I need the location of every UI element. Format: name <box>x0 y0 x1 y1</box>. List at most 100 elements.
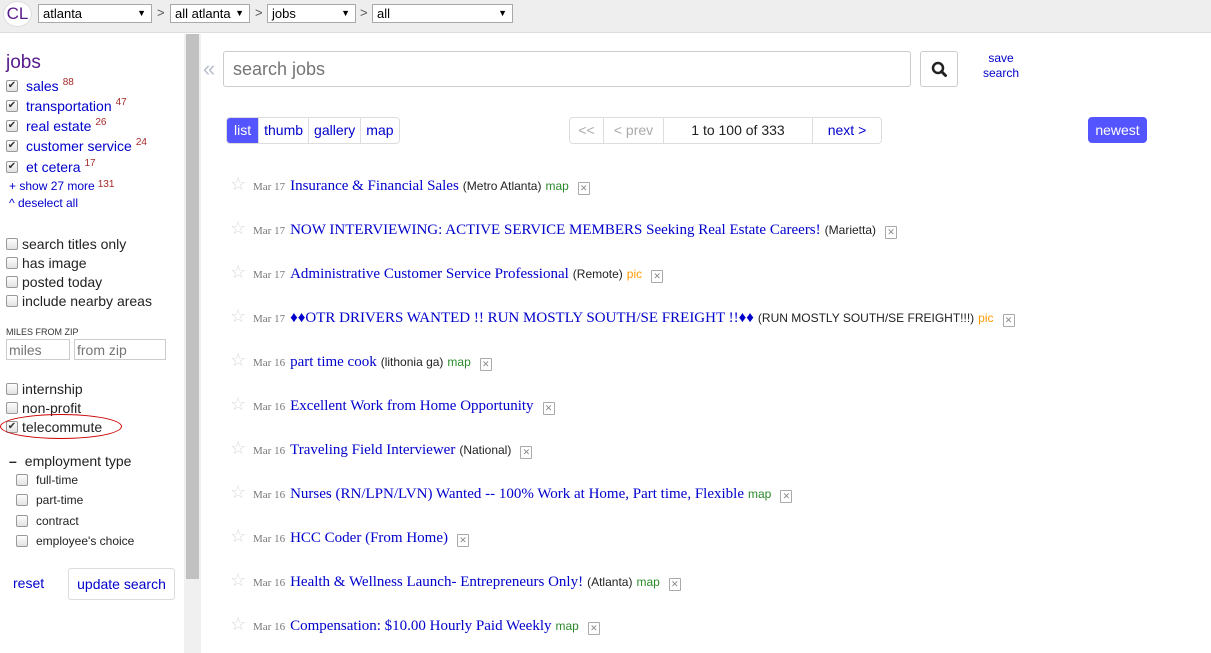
map-tag[interactable]: map <box>556 619 579 633</box>
category-label[interactable]: transportation <box>26 98 112 114</box>
area-select[interactable]: all atlanta ▼ <box>170 4 250 23</box>
category-select[interactable]: jobs ▼ <box>267 4 356 23</box>
subcategory-select[interactable]: all ▼ <box>372 4 513 23</box>
listing-title-link[interactable]: Insurance & Financial Sales <box>290 178 459 195</box>
option-include-nearby-areas[interactable]: include nearby areas <box>6 292 152 309</box>
option-search-titles-only[interactable]: search titles only <box>6 235 126 252</box>
category-label[interactable]: sales <box>26 78 59 94</box>
checkbox-unchecked[interactable] <box>16 494 28 506</box>
hide-listing-icon[interactable]: ✕ <box>456 534 469 547</box>
sidebar-title[interactable]: jobs <box>6 52 41 74</box>
listing-title-link[interactable]: Excellent Work from Home Opportunity <box>290 398 533 415</box>
checkbox-unchecked[interactable] <box>6 294 18 307</box>
checkbox-unchecked[interactable] <box>6 237 18 250</box>
favorite-star-icon[interactable]: ☆ <box>230 614 253 635</box>
map-tag[interactable]: map <box>748 487 771 501</box>
hide-listing-icon[interactable]: ✕ <box>885 226 897 239</box>
map-tag[interactable]: map <box>447 355 470 369</box>
category-transportation[interactable]: ✔ transportation 47 <box>6 97 127 115</box>
favorite-star-icon[interactable]: ☆ <box>230 394 253 415</box>
employment-full-time[interactable]: full-time <box>16 472 78 488</box>
option-posted-today[interactable]: posted today <box>6 273 102 290</box>
option-non-profit[interactable]: non-profit <box>6 399 81 416</box>
miles-input[interactable] <box>6 339 70 360</box>
zip-input[interactable] <box>74 339 166 360</box>
employment-part-time[interactable]: part-time <box>16 492 83 508</box>
hide-listing-icon[interactable]: ✕ <box>587 622 600 635</box>
hide-listing-icon[interactable]: ✕ <box>577 182 590 195</box>
first-page-button[interactable]: << <box>570 118 603 143</box>
favorite-star-icon[interactable]: ☆ <box>230 218 253 239</box>
category-label[interactable]: customer service <box>26 138 132 154</box>
listing-title-link[interactable]: Nurses (RN/LPN/LVN) Wanted -- 100% Work … <box>290 486 744 503</box>
sidebar-scrollbar-thumb[interactable] <box>186 34 199 579</box>
favorite-star-icon[interactable]: ☆ <box>230 350 253 371</box>
prev-page-button[interactable]: < prev <box>603 118 663 143</box>
employment-contract[interactable]: contract <box>16 513 79 529</box>
favorite-star-icon[interactable]: ☆ <box>230 482 253 503</box>
category-sales[interactable]: ✔ sales 88 <box>6 77 74 95</box>
show-more-label[interactable]: + show 27 more <box>9 179 95 193</box>
category-et-cetera[interactable]: ✔ et cetera 17 <box>6 158 96 176</box>
map-tag[interactable]: map <box>545 179 568 193</box>
search-input[interactable] <box>223 51 911 87</box>
hide-listing-icon[interactable]: ✕ <box>668 578 681 591</box>
checkbox-unchecked[interactable] <box>6 401 18 414</box>
update-search-button[interactable]: update search <box>68 568 175 600</box>
favorite-star-icon[interactable]: ☆ <box>230 306 253 327</box>
hide-listing-icon[interactable]: ✕ <box>780 490 793 503</box>
tab-thumb[interactable]: thumb <box>258 118 308 143</box>
option-internship[interactable]: internship <box>6 380 83 397</box>
hide-listing-icon[interactable]: ✕ <box>542 402 555 415</box>
category-label[interactable]: real estate <box>26 118 91 134</box>
checkbox-unchecked[interactable] <box>16 474 28 486</box>
checkbox-checked[interactable]: ✔ <box>6 100 18 112</box>
checkbox-unchecked[interactable] <box>16 535 28 547</box>
hide-listing-icon[interactable]: ✕ <box>479 358 492 371</box>
search-button[interactable] <box>920 51 958 87</box>
reset-link[interactable]: reset <box>13 575 44 591</box>
checkbox-unchecked[interactable] <box>6 256 18 269</box>
show-more-link[interactable]: + show 27 more 131 <box>9 179 114 193</box>
save-search-link[interactable]: save search <box>978 51 1024 81</box>
tab-list[interactable]: list <box>227 118 259 143</box>
checkbox-checked[interactable]: ✔ <box>6 80 18 92</box>
checkbox-checked[interactable]: ✔ <box>6 420 18 433</box>
favorite-star-icon[interactable]: ☆ <box>230 174 253 195</box>
tab-gallery[interactable]: gallery <box>308 118 360 143</box>
checkbox-checked[interactable]: ✔ <box>6 161 18 173</box>
category-label[interactable]: et cetera <box>26 159 80 175</box>
listing-title-link[interactable]: part time cook <box>290 354 377 371</box>
listing-title-link[interactable]: Compensation: $10.00 Hourly Paid Weekly <box>290 618 551 635</box>
option-telecommute[interactable]: ✔ telecommute <box>6 418 102 435</box>
city-select[interactable]: atlanta ▼ <box>38 4 152 23</box>
checkbox-unchecked[interactable] <box>16 515 28 527</box>
checkbox-checked[interactable]: ✔ <box>6 120 18 132</box>
next-page-button[interactable]: next > <box>812 118 881 143</box>
employment-employees-choice[interactable]: employee's choice <box>16 533 134 549</box>
craigslist-logo[interactable]: CL <box>3 1 32 27</box>
listing-title-link[interactable]: HCC Coder (From Home) <box>290 530 448 547</box>
listing-title-link[interactable]: Traveling Field Interviewer <box>290 442 455 459</box>
hide-listing-icon[interactable]: ✕ <box>1002 314 1015 327</box>
hide-listing-icon[interactable]: ✕ <box>520 446 533 459</box>
listing-title-link[interactable]: NOW INTERVIEWING: ACTIVE SERVICE MEMBERS… <box>290 222 821 239</box>
category-customer-service[interactable]: ✔ customer service 24 <box>6 137 147 155</box>
checkbox-unchecked[interactable] <box>6 275 18 288</box>
employment-type-toggle[interactable]: – employment type <box>9 453 131 469</box>
tab-map[interactable]: map <box>360 118 398 143</box>
listing-title-link[interactable]: Health & Wellness Launch- Entrepreneurs … <box>290 574 583 591</box>
category-real-estate[interactable]: ✔ real estate 26 <box>6 117 107 135</box>
listing-title-link[interactable]: Administrative Customer Service Professi… <box>290 266 569 283</box>
favorite-star-icon[interactable]: ☆ <box>230 526 253 547</box>
favorite-star-icon[interactable]: ☆ <box>230 438 253 459</box>
checkbox-unchecked[interactable] <box>6 382 18 395</box>
collapse-sidebar-icon[interactable]: « <box>203 56 215 82</box>
listing-title-link[interactable]: ♦♦OTR DRIVERS WANTED !! RUN MOSTLY SOUTH… <box>290 310 754 327</box>
favorite-star-icon[interactable]: ☆ <box>230 262 253 283</box>
deselect-all-link[interactable]: ^ deselect all <box>9 196 78 210</box>
favorite-star-icon[interactable]: ☆ <box>230 570 253 591</box>
hide-listing-icon[interactable]: ✕ <box>651 270 664 283</box>
map-tag[interactable]: map <box>636 575 659 589</box>
sort-newest-button[interactable]: newest <box>1088 117 1147 143</box>
